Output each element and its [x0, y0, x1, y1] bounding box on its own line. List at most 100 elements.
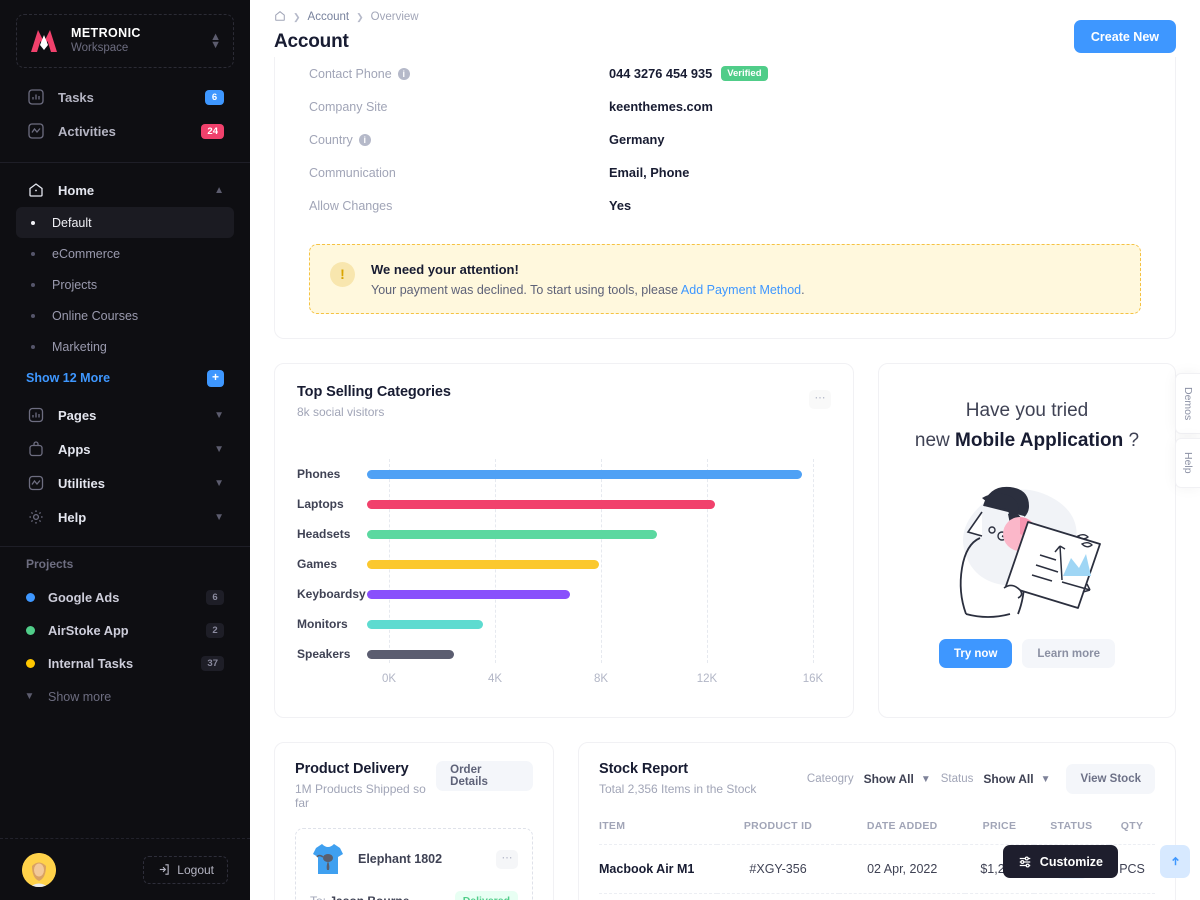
sidebar-item-activities[interactable]: Activities 24 [16, 114, 234, 148]
ellipsis-icon[interactable]: ⋯ [809, 390, 831, 409]
projects-show-more[interactable]: ▼ Show more [0, 680, 250, 713]
status-dot-icon [26, 626, 35, 635]
sidebar-project-internal-tasks[interactable]: Internal Tasks 37 [0, 647, 250, 680]
chart-x-axis: 0K4K8K12K16K [389, 669, 813, 693]
logout-label: Logout [177, 863, 214, 877]
sidebar-item-label: Tasks [58, 90, 193, 105]
gear-icon [26, 507, 46, 527]
bar-chart: PhonesLaptopsHeadsetsGamesKeyboardsyMoni… [297, 459, 831, 689]
detail-row: Country i Germany [309, 123, 1141, 156]
home-icon[interactable] [274, 10, 286, 25]
topbar: ❯ Account ❯ Overview Account Create New [250, 0, 1200, 57]
brand-switcher[interactable]: METRONIC Workspace ▲▼ [16, 14, 234, 68]
card-subtitle: 1M Products Shipped so far [295, 782, 436, 810]
bullet-icon [26, 283, 40, 287]
sidebar-subitem-label: Default [52, 216, 92, 230]
project-count: 37 [201, 656, 224, 671]
arrow-up-icon [1169, 855, 1182, 868]
delivery-header: Product Delivery 1M Products Shipped so … [295, 761, 533, 810]
add-payment-method-link[interactable]: Add Payment Method [681, 283, 801, 297]
bar-track [367, 459, 831, 489]
project-label: AirStoke App [48, 623, 193, 638]
sliders-icon [1018, 855, 1032, 869]
status-dot-icon [26, 659, 35, 668]
demos-tab[interactable]: Demos [1175, 373, 1200, 434]
sidebar-item-projects[interactable]: Projects [16, 269, 234, 300]
show-more-label: Show 12 More [26, 371, 110, 385]
sidebar-subitem-label: eCommerce [52, 247, 120, 261]
sidebar-item-home[interactable]: Home ▲ [16, 173, 234, 207]
brand-chevron-icon: ▲▼ [210, 33, 221, 49]
plus-icon[interactable]: + [207, 370, 224, 387]
card-subtitle: Total 2,356 Items in the Stock [599, 782, 756, 796]
bar-track [367, 489, 831, 519]
help-tab[interactable]: Help [1175, 438, 1200, 488]
sidebar-item-default[interactable]: Default [16, 207, 234, 238]
breadcrumb-account[interactable]: Account [308, 11, 350, 23]
product-delivery-card: Product Delivery 1M Products Shipped so … [274, 742, 554, 900]
ellipsis-icon[interactable]: ⋯ [496, 850, 518, 869]
view-stock-button[interactable]: View Stock [1066, 764, 1155, 794]
apps-icon [26, 439, 46, 459]
sidebar-item-online-courses[interactable]: Online Courses [16, 300, 234, 331]
order-details-button[interactable]: Order Details [436, 761, 533, 791]
sidebar-item-apps[interactable]: Apps ▼ [16, 432, 234, 466]
bullet-icon [26, 345, 40, 349]
info-icon[interactable]: i [359, 134, 371, 146]
category-filter-select[interactable]: Show All ▼ [864, 772, 931, 786]
chevron-down-icon: ▼ [214, 478, 224, 489]
bar[interactable] [367, 470, 802, 479]
customize-button[interactable]: Customize [1003, 845, 1118, 878]
sidebar-project-airstoke-app[interactable]: AirStoke App 2 [0, 614, 250, 647]
sidebar-subitem-label: Projects [52, 278, 97, 292]
try-now-button[interactable]: Try now [939, 639, 1012, 668]
column-date-added: DATE ADDED [839, 820, 965, 845]
projects-section: Projects Google Ads 6 AirStoke App 2 Int… [0, 547, 250, 713]
logout-button[interactable]: Logout [143, 856, 228, 884]
show-more-link[interactable]: Show 12 More + [16, 362, 234, 394]
chevron-down-icon: ▼ [24, 691, 35, 702]
sidebar-item-tasks[interactable]: Tasks 6 [16, 80, 234, 114]
detail-label: Country i [309, 133, 609, 147]
chevron-down-icon: ▼ [214, 410, 224, 421]
bar-row: Headsets [297, 519, 831, 549]
bar-row: Speakers [297, 639, 831, 669]
breadcrumb-current: Overview [371, 11, 419, 23]
bar-row: Monitors [297, 609, 831, 639]
sidebar-item-help[interactable]: Help ▼ [16, 500, 234, 534]
create-new-button[interactable]: Create New [1074, 20, 1176, 53]
learn-more-button[interactable]: Learn more [1022, 639, 1115, 668]
bar[interactable] [367, 590, 570, 599]
scroll-to-top-button[interactable] [1160, 845, 1190, 878]
logout-icon [157, 863, 170, 876]
bullet-icon [26, 221, 40, 225]
sidebar-item-utilities[interactable]: Utilities ▼ [16, 466, 234, 500]
avatar[interactable] [22, 853, 56, 887]
detail-value: Email, Phone [609, 165, 689, 180]
bar[interactable] [367, 650, 454, 659]
page-title: Account [274, 31, 1074, 53]
project-label: Internal Tasks [48, 656, 188, 671]
status-badge: Delivered [455, 891, 518, 900]
status-filter-label: Status [941, 773, 974, 785]
promo-heading: Have you tried new Mobile Application ? [915, 396, 1139, 456]
sidebar-item-label: Activities [58, 124, 189, 139]
sidebar-item-ecommerce[interactable]: eCommerce [16, 238, 234, 269]
sidebar-item-marketing[interactable]: Marketing [16, 331, 234, 362]
sidebar-item-pages[interactable]: Pages ▼ [16, 398, 234, 432]
bar[interactable] [367, 530, 657, 539]
bar-category-label: Headsets [297, 527, 367, 541]
bar-track [367, 519, 831, 549]
payment-alert: ! We need your attention! Your payment w… [309, 244, 1141, 314]
project-label: Google Ads [48, 590, 193, 605]
bar[interactable] [367, 620, 483, 629]
info-icon[interactable]: i [398, 68, 410, 80]
bar-category-label: Speakers [297, 647, 367, 661]
status-filter-select[interactable]: Show All ▼ [983, 772, 1050, 786]
bar[interactable] [367, 500, 715, 509]
sidebar-project-google-ads[interactable]: Google Ads 6 [0, 581, 250, 614]
bar[interactable] [367, 560, 599, 569]
status-dot-icon [26, 593, 35, 602]
activities-badge: 24 [201, 124, 224, 139]
chevron-down-icon: ▼ [214, 512, 224, 523]
